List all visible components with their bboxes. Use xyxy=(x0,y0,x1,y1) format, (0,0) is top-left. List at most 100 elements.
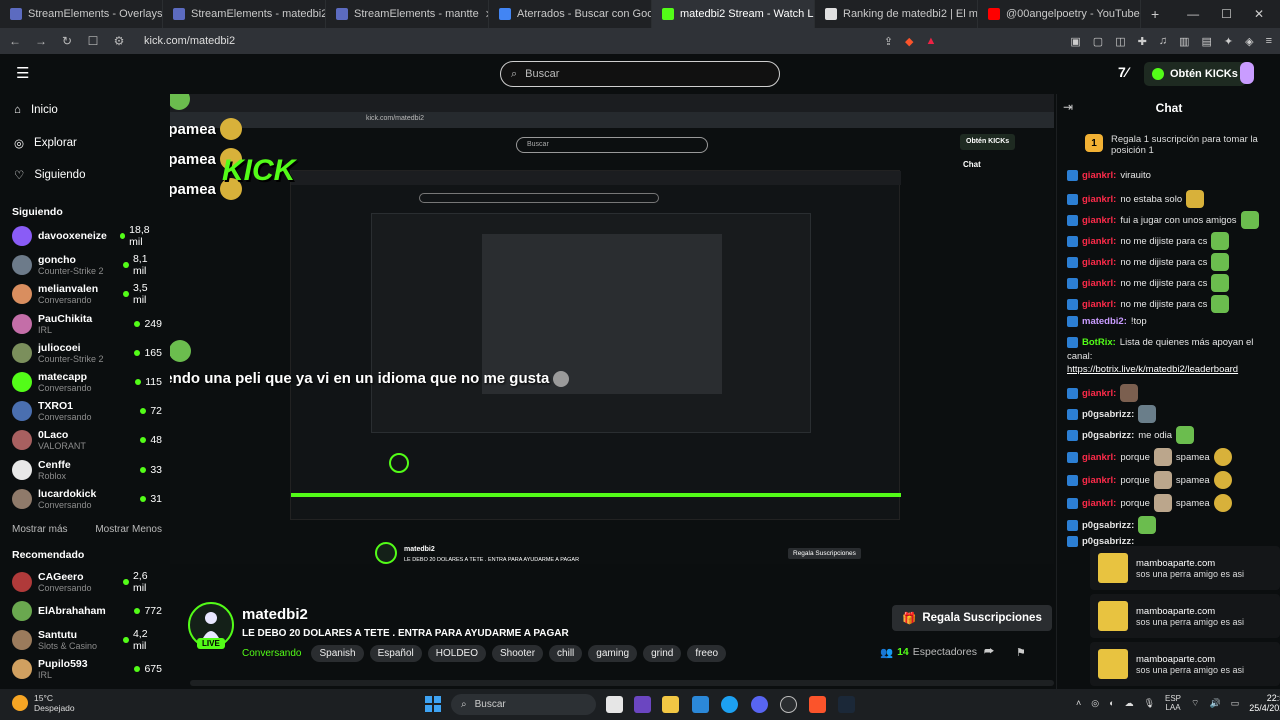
discord-icon[interactable] xyxy=(751,696,768,713)
chat-username[interactable]: giankrl: xyxy=(1082,498,1116,509)
channel-item[interactable]: Pupilo593 IRL 675 xyxy=(12,655,162,683)
chat-username[interactable]: matedbi2: xyxy=(1082,316,1127,327)
chat-username[interactable]: p0gsabrizz: xyxy=(1082,430,1134,441)
channel-item[interactable]: PauChikita IRL 249 xyxy=(12,310,162,338)
browser-tab[interactable]: StreamElements - matedbi2✕ xyxy=(163,0,326,28)
follow-icon[interactable]: ⚑ xyxy=(1016,646,1026,659)
chat-username[interactable]: BotRix: xyxy=(1082,337,1116,348)
edge-icon[interactable] xyxy=(721,696,738,713)
stream-category[interactable]: Conversando xyxy=(242,648,301,659)
channel-item[interactable]: melianvalen Conversando 3,5 mil xyxy=(12,280,162,308)
stream-tag[interactable]: gaming xyxy=(588,645,638,662)
brave-rewards-icon[interactable]: ▲ xyxy=(926,35,937,48)
stream-tag[interactable]: Español xyxy=(369,645,422,662)
notification-toast[interactable]: mamboaparte.com sos una perra amigo es as… xyxy=(1090,546,1280,590)
extension-icon[interactable]: ✚ xyxy=(1138,35,1147,48)
chat-username[interactable]: giankrl: xyxy=(1082,257,1116,268)
network-icon[interactable]: ⌔ xyxy=(1191,698,1199,709)
chat-username[interactable]: giankrl: xyxy=(1082,278,1116,289)
gift-subs-button[interactable]: 🎁 Regala Suscripciones xyxy=(892,605,1052,631)
chat-username[interactable]: giankrl: xyxy=(1082,194,1116,205)
search-input[interactable]: ⌕ Buscar xyxy=(500,61,780,87)
chevron-up-icon[interactable]: ˄ xyxy=(1076,698,1081,708)
chat-link[interactable]: https://botrix.live/k/matedbi2/leaderboa… xyxy=(1067,364,1238,375)
app-tray-icon[interactable]: ◐ xyxy=(1109,698,1114,708)
share-page-icon[interactable]: ⇪ xyxy=(884,35,893,48)
leo-icon[interactable]: ✦ xyxy=(1224,35,1233,48)
stream-tag[interactable]: HOLDEO xyxy=(427,645,486,662)
chat-username[interactable]: giankrl: xyxy=(1082,215,1116,226)
nav-home[interactable]: ⌂ Inicio xyxy=(14,104,58,116)
channel-item[interactable]: lucardokick Conversando 31 xyxy=(12,485,162,513)
task-view-icon[interactable] xyxy=(606,696,623,713)
channel-item[interactable]: goncho Counter-Strike 2 8,1 mil xyxy=(12,251,162,279)
language-indicator[interactable]: ESP LAA xyxy=(1165,694,1181,712)
share-icon[interactable]: ⮫ xyxy=(984,646,994,659)
back-icon[interactable]: ← xyxy=(8,34,22,48)
stream-tag[interactable]: chill xyxy=(549,645,583,662)
channel-item[interactable]: Cenffe Roblox 33 xyxy=(12,456,162,484)
extension-icon[interactable]: ◫ xyxy=(1115,35,1125,48)
weather-widget[interactable]: 15°C Despejado xyxy=(12,693,75,713)
stream-tag[interactable]: freeo xyxy=(687,645,727,662)
battery-icon[interactable]: ▭ xyxy=(1231,698,1240,709)
user-avatar[interactable] xyxy=(1240,62,1254,84)
gift-banner[interactable]: 1 Regala 1 suscripción para tomar la pos… xyxy=(1085,134,1275,156)
stream-tag[interactable]: grind xyxy=(643,645,682,662)
app-tray-icon[interactable]: ◎ xyxy=(1091,698,1099,709)
steam-icon[interactable] xyxy=(838,696,855,713)
file-explorer-icon[interactable] xyxy=(662,696,679,713)
kick-k-icon[interactable]: 7⁄ xyxy=(1118,64,1128,80)
menu-icon[interactable]: ≡ xyxy=(1266,35,1272,48)
clock[interactable]: 22:52 25/4/2026 xyxy=(1249,693,1280,713)
channel-item[interactable]: Santutu Slots & Casino 4,2 mil xyxy=(12,626,162,654)
volume-icon[interactable]: 🔊 xyxy=(1209,698,1220,709)
vpn-icon[interactable]: ◈ xyxy=(1245,35,1253,48)
nav-heart[interactable]: ♡ Siguiendo xyxy=(14,168,85,182)
menu-icon[interactable]: ☰ xyxy=(16,64,29,82)
notification-toast[interactable]: mamboaparte.com sos una perra amigo es as… xyxy=(1090,594,1280,638)
channel-item[interactable]: ElAbrahaham 772 xyxy=(12,597,162,625)
channel-item[interactable]: matecapp Conversando 115 xyxy=(12,368,162,396)
chat-username[interactable]: giankrl: xyxy=(1082,170,1116,181)
extension-icon[interactable]: ▣ xyxy=(1070,35,1080,48)
browser-tab[interactable]: Aterrados - Buscar con Google✕ xyxy=(489,0,652,28)
sidebar-icon[interactable]: ▥ xyxy=(1179,35,1189,48)
cloud-icon[interactable]: ☁ xyxy=(1125,698,1134,709)
chat-username[interactable]: giankrl: xyxy=(1082,452,1116,463)
url-field[interactable]: kick.com/matedbi2 xyxy=(144,35,235,47)
store-icon[interactable] xyxy=(692,696,709,713)
widgets-icon[interactable] xyxy=(634,696,651,713)
channel-item[interactable]: CAGeero Conversando 2,6 mil xyxy=(12,568,162,596)
chat-username[interactable]: giankrl: xyxy=(1082,236,1116,247)
channel-item[interactable]: juliocoei Counter-Strike 2 165 xyxy=(12,339,162,367)
extension-icon[interactable]: ▢ xyxy=(1093,35,1103,48)
brave-icon[interactable] xyxy=(809,696,826,713)
browser-tab[interactable]: StreamElements - mantte✕ xyxy=(326,0,489,28)
brave-shields-icon[interactable]: ◆ xyxy=(905,35,913,48)
stream-tag[interactable]: Shooter xyxy=(492,645,544,662)
mic-icon[interactable]: 🎙 xyxy=(1144,698,1155,709)
bookmark-icon[interactable]: ☐ xyxy=(86,34,100,48)
browser-tab[interactable]: @00angelpoetry - YouTube✕ xyxy=(978,0,1141,28)
browser-tab[interactable]: Ranking de matedbi2 | El mejor soft...✕ xyxy=(815,0,978,28)
show-more-link[interactable]: Mostrar más xyxy=(12,524,68,535)
close-window-icon[interactable]: ✕ xyxy=(1254,7,1264,21)
music-icon[interactable]: ♫ xyxy=(1159,35,1167,48)
chat-username[interactable]: p0gsabrizz: xyxy=(1082,409,1134,420)
chat-username[interactable]: p0gsabrizz: xyxy=(1082,520,1134,531)
chat-username[interactable]: giankrl: xyxy=(1082,388,1116,399)
browser-tab[interactable]: matedbi2 Stream - Watch Li...✕ xyxy=(652,0,815,28)
browser-tab[interactable]: StreamElements - Overlays✕ xyxy=(0,0,163,28)
streamer-name[interactable]: matedbi2 xyxy=(242,606,308,623)
start-button[interactable] xyxy=(425,696,441,712)
reload-icon[interactable]: ↻ xyxy=(60,34,74,48)
channel-item[interactable]: davooxeneize 18,8 mil xyxy=(12,222,162,250)
minimize-icon[interactable]: — xyxy=(1187,7,1199,21)
notification-toast[interactable]: mamboaparte.com sos una perra amigo es as… xyxy=(1090,642,1280,686)
chat-username[interactable]: giankrl: xyxy=(1082,475,1116,486)
taskbar-search[interactable]: ⌕ Buscar xyxy=(451,694,596,715)
settings-icon[interactable] xyxy=(780,696,797,713)
show-less-link[interactable]: Mostrar Menos xyxy=(95,524,162,535)
get-kicks-button[interactable]: Obtén KICKs xyxy=(1144,62,1246,86)
